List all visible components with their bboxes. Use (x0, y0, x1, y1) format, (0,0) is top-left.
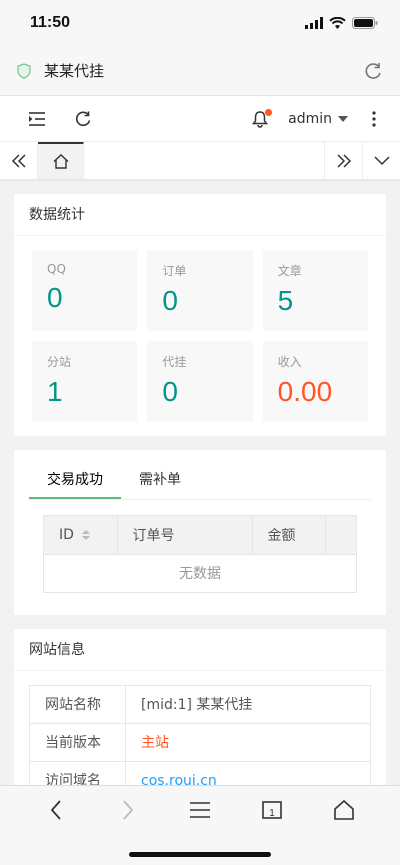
stat-proxy: 代挂 0 (147, 341, 253, 422)
table-row: 当前版本 主站 (30, 724, 370, 762)
more-button[interactable] (362, 96, 386, 142)
more-vertical-icon (372, 110, 376, 127)
column-label: 订单号 (132, 528, 175, 544)
svg-text:1: 1 (269, 808, 275, 819)
stat-value: 0 (162, 285, 178, 316)
site-info-table: 网站名称 [mid:1] 某某代挂 当前版本 主站 访问域名 cos.roui.… (29, 685, 371, 801)
stat-value: 0 (47, 282, 63, 313)
chevron-down-icon (373, 155, 390, 165)
column-label: ID (59, 527, 74, 543)
stat-qq: QQ 0 (32, 250, 138, 331)
stat-value: 5 (277, 285, 294, 316)
site-info-title: 网站信息 (14, 629, 386, 671)
tab-options-button[interactable] (362, 142, 400, 179)
stat-value: 0.00 (277, 376, 333, 407)
stat-label: 分站 (47, 355, 72, 369)
info-key: 网站名称 (30, 686, 126, 723)
column-id[interactable]: ID (44, 516, 118, 554)
stat-value: 1 (47, 376, 63, 407)
stats-card: 数据统计 QQ 0 订单 0 文章 5 分站 1 代挂 0 收入 0.00 (14, 194, 386, 436)
tab-scroll-right-button[interactable] (324, 142, 362, 179)
tabs-button[interactable]: 1 (252, 790, 292, 830)
stat-income: 收入 0.00 (262, 341, 368, 422)
notification-dot (265, 108, 273, 116)
stat-orders: 订单 0 (147, 250, 253, 331)
page-tab-bar (0, 142, 400, 180)
battery-icon (352, 17, 378, 29)
menu-button[interactable] (180, 790, 220, 830)
stats-title: 数据统计 (14, 194, 386, 236)
table-header: ID 订单号 金额 (44, 516, 356, 554)
column-order-no: 订单号 (118, 516, 253, 554)
status-icons (305, 17, 378, 29)
browser-toolbar: 1 (0, 785, 400, 865)
back-button[interactable] (36, 790, 76, 830)
tab-home[interactable] (38, 142, 84, 179)
stat-substations: 分站 1 (32, 341, 138, 422)
column-extra (326, 516, 356, 554)
home-button[interactable] (324, 790, 364, 830)
hamburger-icon (190, 802, 210, 818)
stat-label: 文章 (277, 264, 302, 278)
admin-header: admin (0, 96, 400, 142)
table-row: 网站名称 [mid:1] 某某代挂 (30, 686, 370, 724)
column-amount: 金额 (253, 516, 326, 554)
empty-state: 无数据 (44, 554, 356, 592)
double-chevron-right-icon (336, 153, 351, 168)
sort-icon[interactable] (81, 530, 90, 540)
signal-icon (305, 17, 323, 29)
tab-success[interactable]: 交易成功 (29, 460, 121, 499)
site-info-card: 网站信息 网站名称 [mid:1] 某某代挂 当前版本 主站 访问域名 cos.… (14, 629, 386, 801)
username: admin (288, 110, 332, 127)
stat-label: QQ (47, 262, 66, 276)
user-menu[interactable]: admin (280, 111, 362, 127)
refresh-button[interactable] (60, 96, 106, 142)
info-key: 当前版本 (30, 724, 126, 761)
wifi-icon (329, 17, 346, 29)
orders-card: 交易成功 需补单 ID 订单号 金额 无数据 (14, 450, 386, 615)
column-label: 金额 (267, 528, 296, 544)
info-value: 主站 (141, 735, 169, 751)
stat-label: 代挂 (162, 355, 187, 369)
shield-icon (17, 62, 31, 79)
stat-value: 0 (162, 376, 178, 407)
page-title: 某某代挂 (44, 62, 105, 80)
info-value: [mid:1] 某某代挂 (141, 697, 253, 713)
tabs-icon: 1 (262, 801, 282, 819)
double-chevron-left-icon (11, 153, 26, 168)
notification-button[interactable] (240, 96, 280, 142)
status-time: 11:50 (30, 14, 71, 31)
tab-scroll-left-button[interactable] (0, 142, 38, 179)
address-bar[interactable]: 某某代挂 (0, 46, 400, 96)
forward-button[interactable] (108, 790, 148, 830)
browser-reload-icon[interactable] (362, 60, 384, 82)
stat-articles: 文章 5 (262, 250, 368, 331)
order-tabs: 交易成功 需补单 (29, 460, 371, 500)
caret-down-icon (338, 115, 348, 122)
status-bar: 11:50 (0, 0, 400, 46)
menu-toggle-button[interactable] (14, 96, 60, 142)
tab-need-reorder[interactable]: 需补单 (121, 460, 199, 499)
house-icon (334, 800, 354, 820)
menu-fold-icon (29, 111, 45, 126)
home-icon (53, 154, 68, 169)
refresh-icon (75, 111, 91, 126)
chevron-right-icon (123, 800, 134, 820)
chevron-left-icon (50, 800, 61, 820)
home-indicator (129, 852, 271, 857)
orders-table: ID 订单号 金额 无数据 (43, 515, 357, 593)
stat-label: 收入 (277, 355, 302, 369)
stat-label: 订单 (162, 264, 187, 278)
